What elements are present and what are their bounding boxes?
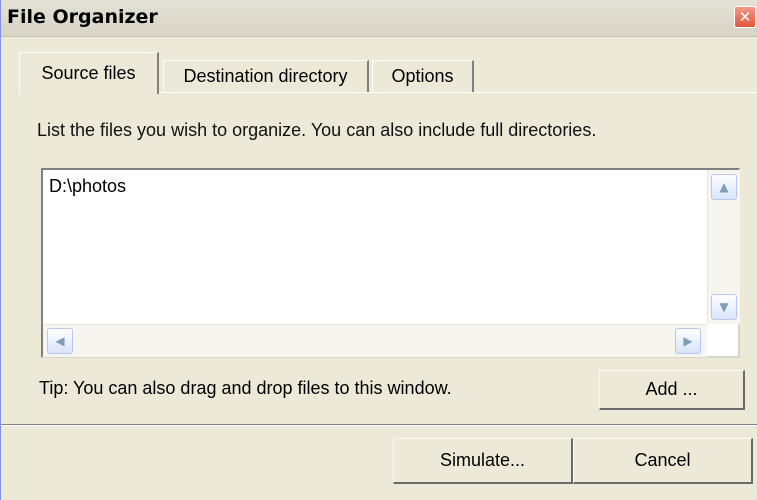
vertical-scrollbar[interactable]: ▲ ▼ [707,170,740,324]
tip-text: Tip: You can also drag and drop files to… [39,378,452,398]
simulate-button[interactable]: Simulate... [393,438,573,484]
source-files-list[interactable]: D:\photos ▲ ▼ ◀ ▶ [41,168,740,358]
scroll-left-button[interactable]: ◀ [47,328,73,354]
close-icon: ✕ [738,8,752,26]
scroll-up-button[interactable]: ▲ [711,174,737,200]
scroll-right-button[interactable]: ▶ [675,328,701,354]
tab-source-files[interactable]: Source files [19,52,159,94]
title-bar[interactable]: File Organizer ✕ [1,0,757,37]
chevron-down-icon: ▼ [719,300,729,314]
close-button[interactable]: ✕ [734,6,756,28]
window-title: File Organizer [7,6,158,28]
list-item[interactable]: D:\photos [49,176,126,197]
cancel-button[interactable]: Cancel [573,438,753,484]
chevron-up-icon: ▲ [719,180,729,194]
scroll-down-button[interactable]: ▼ [711,294,737,320]
add-button[interactable]: Add ... [599,370,745,410]
tab-options[interactable]: Options [372,60,474,92]
horizontal-scrollbar[interactable]: ◀ ▶ [43,324,707,357]
chevron-right-icon: ▶ [683,334,693,348]
tab-destination-directory[interactable]: Destination directory [163,60,369,92]
file-organizer-window: File Organizer ✕ Source files Destinatio… [0,0,757,500]
footer-bar: Simulate... Cancel [1,426,757,500]
chevron-left-icon: ◀ [55,334,65,348]
instructions-text: List the files you wish to organize. You… [37,120,597,140]
